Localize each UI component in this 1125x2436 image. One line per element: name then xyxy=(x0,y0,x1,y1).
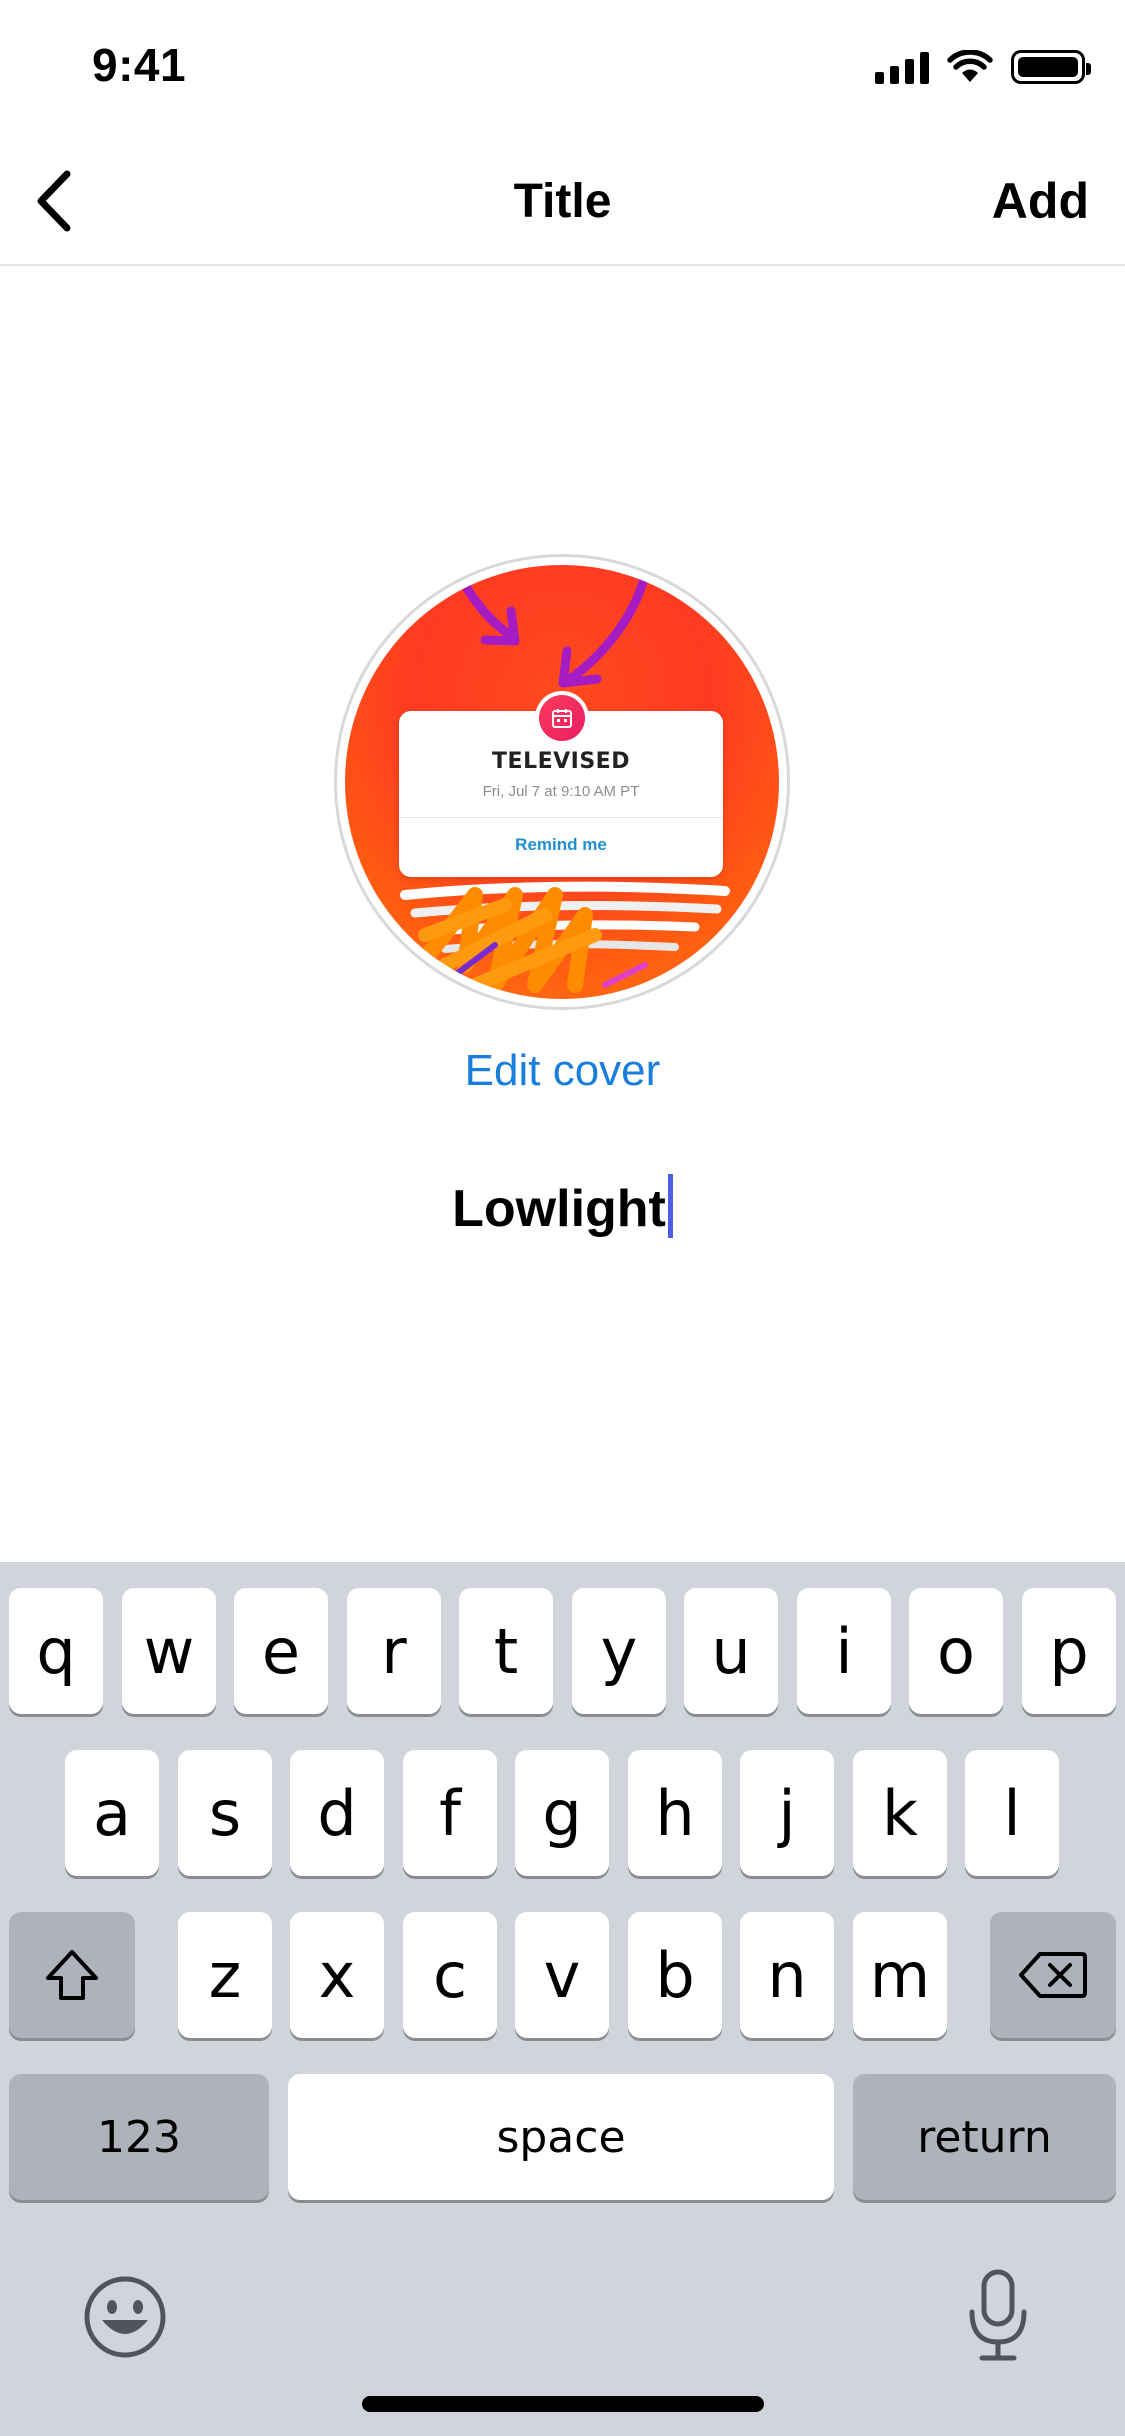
key-k[interactable]: k xyxy=(853,1750,947,1876)
microphone-icon xyxy=(969,2269,1027,2361)
cover-image: TELEVISED Fri, Jul 7 at 9:10 AM PT Remin… xyxy=(345,565,779,999)
numbers-key[interactable]: 123 xyxy=(9,2074,269,2200)
key-j[interactable]: j xyxy=(740,1750,834,1876)
key-b[interactable]: b xyxy=(628,1912,722,2038)
key-p[interactable]: p xyxy=(1022,1588,1116,1714)
status-icons xyxy=(875,50,1091,84)
calendar-icon xyxy=(552,709,572,728)
event-title: TELEVISED xyxy=(492,749,630,774)
key-e[interactable]: e xyxy=(234,1588,328,1714)
highlight-cover[interactable]: TELEVISED Fri, Jul 7 at 9:10 AM PT Remin… xyxy=(334,554,790,1010)
key-h[interactable]: h xyxy=(628,1750,722,1876)
event-datetime: Fri, Jul 7 at 9:10 AM PT xyxy=(482,783,640,800)
title-input-text: Lowlight xyxy=(452,1180,666,1238)
status-bar: 9:41 xyxy=(0,0,1125,140)
status-time: 9:41 xyxy=(92,39,187,91)
cellular-signal-icon xyxy=(875,50,929,84)
return-key[interactable]: return xyxy=(853,2074,1116,2200)
key-f[interactable]: f xyxy=(403,1750,497,1876)
calendar-badge xyxy=(535,691,589,745)
battery-icon xyxy=(1011,50,1091,84)
key-g[interactable]: g xyxy=(515,1750,609,1876)
edit-cover-button[interactable]: Edit cover xyxy=(0,1046,1125,1096)
page-title: Title xyxy=(513,175,612,228)
highlight-title-input[interactable]: Lowlight xyxy=(0,1174,1125,1239)
home-indicator[interactable] xyxy=(362,2396,764,2412)
emoji-icon xyxy=(84,2276,166,2358)
space-key[interactable]: space xyxy=(288,2074,834,2200)
dictation-button[interactable] xyxy=(966,2268,1030,2369)
key-l[interactable]: l xyxy=(965,1750,1059,1876)
key-w[interactable]: w xyxy=(122,1588,216,1714)
text-caret xyxy=(667,1174,673,1238)
key-d[interactable]: d xyxy=(290,1750,384,1876)
wifi-icon xyxy=(947,50,993,82)
backspace-icon xyxy=(1019,1952,1087,1998)
key-m[interactable]: m xyxy=(853,1912,947,2038)
emoji-button[interactable] xyxy=(82,2274,168,2365)
key-q[interactable]: q xyxy=(9,1588,103,1714)
shift-key[interactable] xyxy=(9,1912,135,2038)
key-t[interactable]: t xyxy=(459,1588,553,1714)
add-button[interactable]: Add xyxy=(992,172,1089,230)
keyboard: q w e r t y u i o p a s d f g h j k l z … xyxy=(0,1562,1125,2436)
key-v[interactable]: v xyxy=(515,1912,609,2038)
shift-icon xyxy=(46,1950,98,2000)
card-divider xyxy=(399,817,723,818)
key-x[interactable]: x xyxy=(290,1912,384,2038)
nav-bar: Title Add xyxy=(0,140,1125,266)
key-n[interactable]: n xyxy=(740,1912,834,2038)
key-y[interactable]: y xyxy=(572,1588,666,1714)
key-u[interactable]: u xyxy=(684,1588,778,1714)
key-r[interactable]: r xyxy=(347,1588,441,1714)
remind-me-label: Remind me xyxy=(515,835,607,854)
key-o[interactable]: o xyxy=(909,1588,1003,1714)
key-s[interactable]: s xyxy=(178,1750,272,1876)
key-a[interactable]: a xyxy=(65,1750,159,1876)
key-c[interactable]: c xyxy=(403,1912,497,2038)
delete-key[interactable] xyxy=(990,1912,1116,2038)
key-i[interactable]: i xyxy=(797,1588,891,1714)
key-z[interactable]: z xyxy=(178,1912,272,2038)
